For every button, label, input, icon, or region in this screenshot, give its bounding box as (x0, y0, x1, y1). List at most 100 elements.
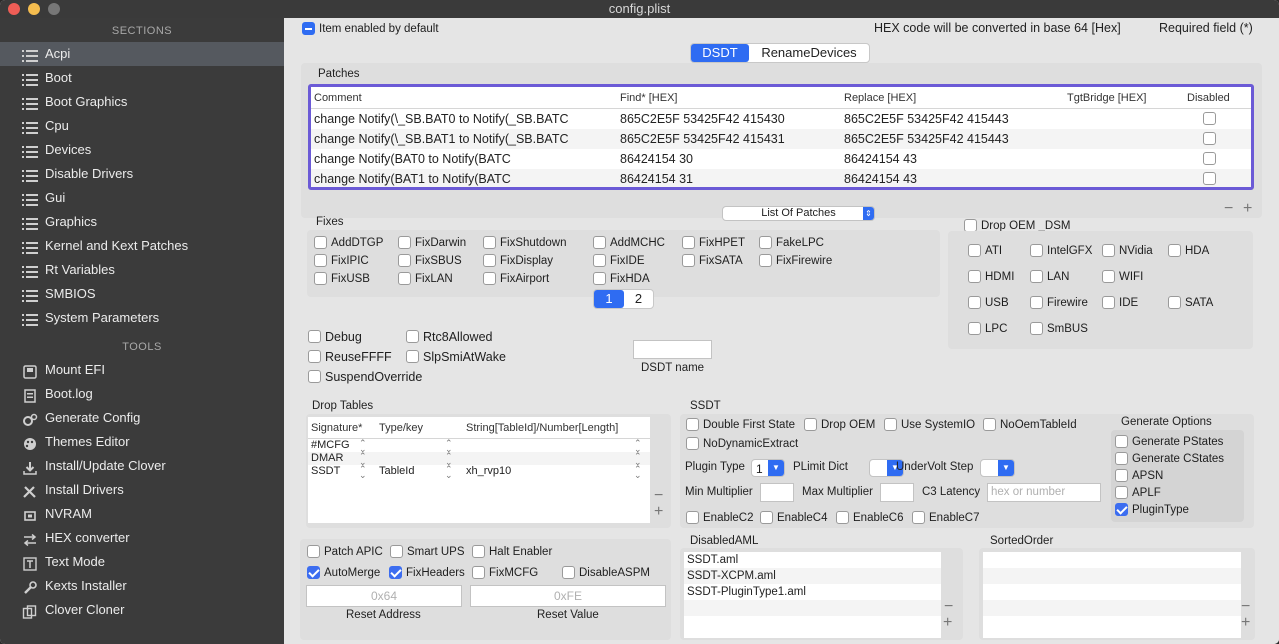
fix-fixshutdown-box[interactable] (483, 236, 496, 249)
fix-adddtgp-box[interactable] (314, 236, 327, 249)
enable-c7-box[interactable] (912, 511, 925, 524)
drop-signature[interactable]: DMAR (311, 452, 343, 465)
sidebar-item-cpu[interactable]: Cpu (0, 114, 284, 138)
sorted-order-list[interactable] (983, 552, 1241, 638)
plugin-type-select[interactable]: 1 ▼ (751, 459, 785, 477)
drop-string-number[interactable]: xh_rvp10 (466, 465, 511, 478)
disableaspm-box[interactable] (562, 566, 575, 579)
sidebar-tool-nvram[interactable]: NVRAM (0, 502, 284, 526)
oem-lan-box[interactable] (1030, 270, 1043, 283)
col-comment[interactable]: Comment (314, 87, 362, 109)
no-dynamic-extract-box[interactable] (686, 437, 699, 450)
sidebar-item-smbios[interactable]: SMBIOS (0, 282, 284, 306)
list-item[interactable] (983, 600, 1241, 616)
oem-intelgfx-box[interactable] (1030, 244, 1043, 257)
patch-disabled-checkbox[interactable] (1203, 172, 1216, 185)
sidebar-item-boot-graphics[interactable]: Boot Graphics (0, 90, 284, 114)
oem-firewire-box[interactable] (1030, 296, 1043, 309)
oem-nvidia-box[interactable] (1102, 244, 1115, 257)
sidebar-tool-install-update-clover[interactable]: Install/Update Clover (0, 454, 284, 478)
add-aml-button[interactable]: + (943, 614, 952, 632)
tab-rename-devices[interactable]: RenameDevices (749, 44, 869, 62)
patch-apic-box[interactable] (307, 545, 320, 558)
suspendoverride-box[interactable] (308, 370, 321, 383)
close-window-button[interactable] (8, 3, 20, 15)
fix-fixsbus-box[interactable] (398, 254, 411, 267)
list-item[interactable]: SSDT-XCPM.aml (684, 568, 941, 584)
minimize-window-button[interactable] (28, 3, 40, 15)
sidebar-item-disable-drivers[interactable]: Disable Drivers (0, 162, 284, 186)
smart-ups-box[interactable] (390, 545, 403, 558)
oem-smbus-box[interactable] (1030, 322, 1043, 335)
sidebar-tool-generate-config[interactable]: Generate Config (0, 406, 284, 430)
sidebar-item-boot[interactable]: Boot (0, 66, 284, 90)
fixes-page-2[interactable]: 2 (624, 290, 653, 308)
sidebar-item-gui[interactable]: Gui (0, 186, 284, 210)
sidebar-tool-mount-efi[interactable]: Mount EFI (0, 358, 284, 382)
drop-tables-table[interactable]: Signature* Type/key String[TableId]/Numb… (308, 417, 650, 523)
disabled-aml-list[interactable]: SSDT.aml SSDT-XCPM.aml SSDT-PluginType1.am… (684, 552, 941, 638)
sidebar-tool-hex-converter[interactable]: HEX converter (0, 526, 284, 550)
enable-c6-box[interactable] (836, 511, 849, 524)
table-row[interactable]: change Notify(BAT1 to Notify(BATC 8642415… (311, 169, 1251, 187)
fixheaders-box[interactable] (389, 566, 402, 579)
col-tgtbridge[interactable]: TgtBridge [HEX] (1067, 87, 1146, 109)
col-replace[interactable]: Replace [HEX] (844, 87, 916, 109)
enable-c4-box[interactable] (760, 511, 773, 524)
table-row[interactable]: SSDT ⌃ ⌄ TableId ⌃ ⌄ xh_rvp10 ⌃ ⌄ (308, 465, 650, 480)
patch-disabled-checkbox[interactable] (1203, 112, 1216, 125)
fix-fixhda-box[interactable] (593, 272, 606, 285)
fix-fixsata-box[interactable] (682, 254, 695, 267)
gen-generate-cstates-box[interactable] (1115, 452, 1128, 465)
tab-dsdt[interactable]: DSDT (691, 44, 749, 62)
sidebar-item-system-parameters[interactable]: System Parameters (0, 306, 284, 330)
debug-box[interactable] (308, 330, 321, 343)
sidebar-item-rt-variables[interactable]: Rt Variables (0, 258, 284, 282)
oem-lpc-box[interactable] (968, 322, 981, 335)
fix-fixfirewire-box[interactable] (759, 254, 772, 267)
slpsmiatwake-box[interactable] (406, 350, 419, 363)
sidebar-item-graphics[interactable]: Graphics (0, 210, 284, 234)
list-item[interactable]: SSDT.aml (684, 552, 941, 568)
list-of-patches-popup[interactable]: List Of Patches ⇕ (722, 206, 875, 221)
list-item[interactable]: SSDT-PluginType1.aml (684, 584, 941, 600)
undervolt-step-select[interactable]: ▼ (980, 459, 1015, 477)
max-multiplier-input[interactable] (880, 483, 914, 502)
reset-address-input[interactable]: 0x64 (306, 585, 462, 607)
stepper-icon[interactable]: ⌃ ⌄ (634, 465, 642, 480)
gen-apsn-box[interactable] (1115, 469, 1128, 482)
drop-signature[interactable]: SSDT (311, 465, 340, 478)
oem-sata-box[interactable] (1168, 296, 1181, 309)
sidebar-tool-text-mode[interactable]: Text Mode (0, 550, 284, 574)
double-first-state-box[interactable] (686, 418, 699, 431)
sidebar-tool-boot-log[interactable]: Boot.log (0, 382, 284, 406)
drop-signature[interactable]: #MCFG (311, 439, 350, 452)
gen-generate-pstates-box[interactable] (1115, 435, 1128, 448)
oem-usb-box[interactable] (968, 296, 981, 309)
fixes-page-1[interactable]: 1 (594, 290, 624, 308)
fix-fixide-box[interactable] (593, 254, 606, 267)
list-item[interactable] (983, 568, 1241, 584)
list-item[interactable] (983, 584, 1241, 600)
enable-c2-box[interactable] (686, 511, 699, 524)
sidebar-item-kernel-and-kext-patches[interactable]: Kernel and Kext Patches (0, 234, 284, 258)
sidebar-tool-themes-editor[interactable]: Themes Editor (0, 430, 284, 454)
use-systemio-box[interactable] (884, 418, 897, 431)
patches-table[interactable]: Comment Find* [HEX] Replace [HEX] TgtBri… (308, 84, 1254, 190)
patch-disabled-checkbox[interactable] (1203, 152, 1216, 165)
add-sorted-button[interactable]: + (1241, 614, 1250, 632)
fix-fixhpet-box[interactable] (682, 236, 695, 249)
remove-patch-button[interactable]: − (1224, 200, 1233, 218)
col-string-number[interactable]: String[TableId]/Number[Length] (466, 417, 618, 439)
oem-ati-box[interactable] (968, 244, 981, 257)
sidebar-tool-kexts-installer[interactable]: Kexts Installer (0, 574, 284, 598)
ssdt-drop-oem-box[interactable] (804, 418, 817, 431)
sidebar-tool-install-drivers[interactable]: Install Drivers (0, 478, 284, 502)
no-oem-table-id-box[interactable] (983, 418, 996, 431)
rtc8allowed-box[interactable] (406, 330, 419, 343)
oem-ide-box[interactable] (1102, 296, 1115, 309)
dsdt-name-input[interactable] (633, 340, 712, 359)
zoom-window-button[interactable] (48, 3, 60, 15)
add-patch-button[interactable]: + (1243, 200, 1252, 218)
sidebar-item-devices[interactable]: Devices (0, 138, 284, 162)
